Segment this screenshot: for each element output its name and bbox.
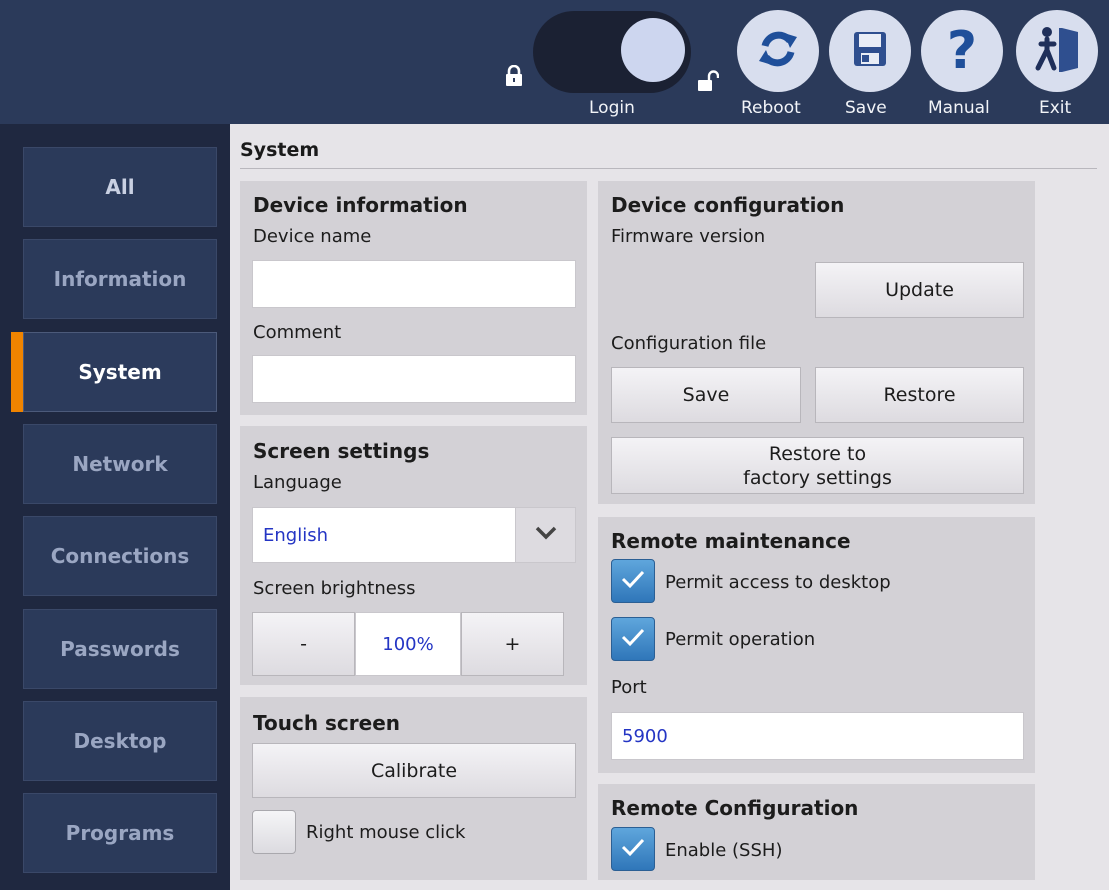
sidebar-item-system[interactable]: System xyxy=(23,332,217,412)
exit-door-icon xyxy=(1032,24,1082,78)
remote-configuration-panel: Remote Configuration Enable (SSH) xyxy=(598,784,1035,880)
reboot-button[interactable] xyxy=(737,10,819,92)
right-mouse-click-checkbox[interactable] xyxy=(252,810,296,854)
device-information-panel: Device information Device name Comment xyxy=(240,181,587,415)
brightness-increase-button[interactable]: + xyxy=(461,612,564,676)
sidebar-item-passwords[interactable]: Passwords xyxy=(23,609,217,689)
update-button[interactable]: Update xyxy=(815,262,1024,318)
brightness-decrease-button[interactable]: - xyxy=(252,612,355,676)
language-label: Language xyxy=(253,472,342,493)
device-configuration-panel: Device configuration Firmware version Up… xyxy=(598,181,1035,504)
checkmark-icon xyxy=(619,568,647,594)
permit-operation-label: Permit operation xyxy=(665,629,816,650)
port-label: Port xyxy=(611,677,647,698)
remote-maintenance-title: Remote maintenance xyxy=(611,529,851,553)
checkmark-icon xyxy=(619,626,647,652)
enable-ssh-label: Enable (SSH) xyxy=(665,840,783,861)
calibrate-button[interactable]: Calibrate xyxy=(252,743,576,798)
port-input[interactable]: 5900 xyxy=(611,712,1024,760)
sidebar-item-connections[interactable]: Connections xyxy=(23,516,217,596)
refresh-icon xyxy=(753,24,803,78)
floppy-disk-icon xyxy=(853,31,887,71)
firmware-version-label: Firmware version xyxy=(611,226,766,247)
configuration-file-label: Configuration file xyxy=(611,333,767,354)
unlocked-icon xyxy=(697,70,720,96)
title-divider xyxy=(240,168,1097,169)
sidebar-item-all[interactable]: All xyxy=(23,147,217,227)
factory-reset-line1: Restore to xyxy=(768,442,867,465)
touch-screen-panel: Touch screen Calibrate Right mouse click xyxy=(240,697,587,880)
device-information-title: Device information xyxy=(253,193,468,217)
checkmark-icon xyxy=(619,836,647,862)
manual-label: Manual xyxy=(928,98,990,118)
device-name-input[interactable] xyxy=(252,260,576,308)
sidebar: All Information System Network Connectio… xyxy=(0,124,230,890)
screen-settings-panel: Screen settings Language English Screen … xyxy=(240,426,587,685)
language-value: English xyxy=(263,524,328,546)
brightness-value: 100% xyxy=(355,612,461,676)
main-content: System Device information Device name Co… xyxy=(230,124,1109,890)
save-label: Save xyxy=(845,98,887,118)
comment-label: Comment xyxy=(253,322,342,343)
remote-configuration-title: Remote Configuration xyxy=(611,796,859,820)
right-mouse-click-label: Right mouse click xyxy=(306,822,466,843)
remote-maintenance-panel: Remote maintenance Permit access to desk… xyxy=(598,517,1035,773)
reboot-label: Reboot xyxy=(741,98,801,118)
factory-reset-line2: factory settings xyxy=(743,466,892,489)
language-select[interactable]: English xyxy=(252,507,576,563)
active-indicator xyxy=(11,332,23,412)
page-title: System xyxy=(240,139,320,161)
save-button[interactable] xyxy=(829,10,911,92)
restore-button[interactable]: Restore xyxy=(815,367,1024,423)
sidebar-item-network[interactable]: Network xyxy=(23,424,217,504)
permit-desktop-checkbox[interactable] xyxy=(611,559,655,603)
save-config-button[interactable]: Save xyxy=(611,367,801,423)
touch-screen-title: Touch screen xyxy=(253,711,401,735)
brightness-label: Screen brightness xyxy=(253,578,416,599)
permit-operation-checkbox[interactable] xyxy=(611,617,655,661)
device-configuration-title: Device configuration xyxy=(611,193,845,217)
sidebar-item-programs[interactable]: Programs xyxy=(23,793,217,873)
comment-input[interactable] xyxy=(252,355,576,403)
device-name-label: Device name xyxy=(253,226,372,247)
enable-ssh-checkbox[interactable] xyxy=(611,827,655,871)
top-toolbar: Login Reboot Save ? Manual Exit xyxy=(0,0,1109,124)
factory-reset-button[interactable]: Restore to factory settings xyxy=(611,437,1024,494)
toggle-knob[interactable] xyxy=(621,18,685,82)
login-label: Login xyxy=(589,98,635,118)
locked-icon xyxy=(505,64,523,91)
permit-desktop-label: Permit access to desktop xyxy=(665,572,891,593)
manual-button[interactable]: ? xyxy=(921,10,1003,92)
sidebar-item-desktop[interactable]: Desktop xyxy=(23,701,217,781)
question-mark-icon: ? xyxy=(946,21,978,81)
dropdown-arrow-button[interactable] xyxy=(515,508,575,562)
exit-label: Exit xyxy=(1039,98,1072,118)
chevron-down-icon xyxy=(534,525,558,546)
exit-button[interactable] xyxy=(1016,10,1098,92)
screen-settings-title: Screen settings xyxy=(253,439,430,463)
sidebar-item-information[interactable]: Information xyxy=(23,239,217,319)
login-toggle[interactable] xyxy=(533,11,691,93)
